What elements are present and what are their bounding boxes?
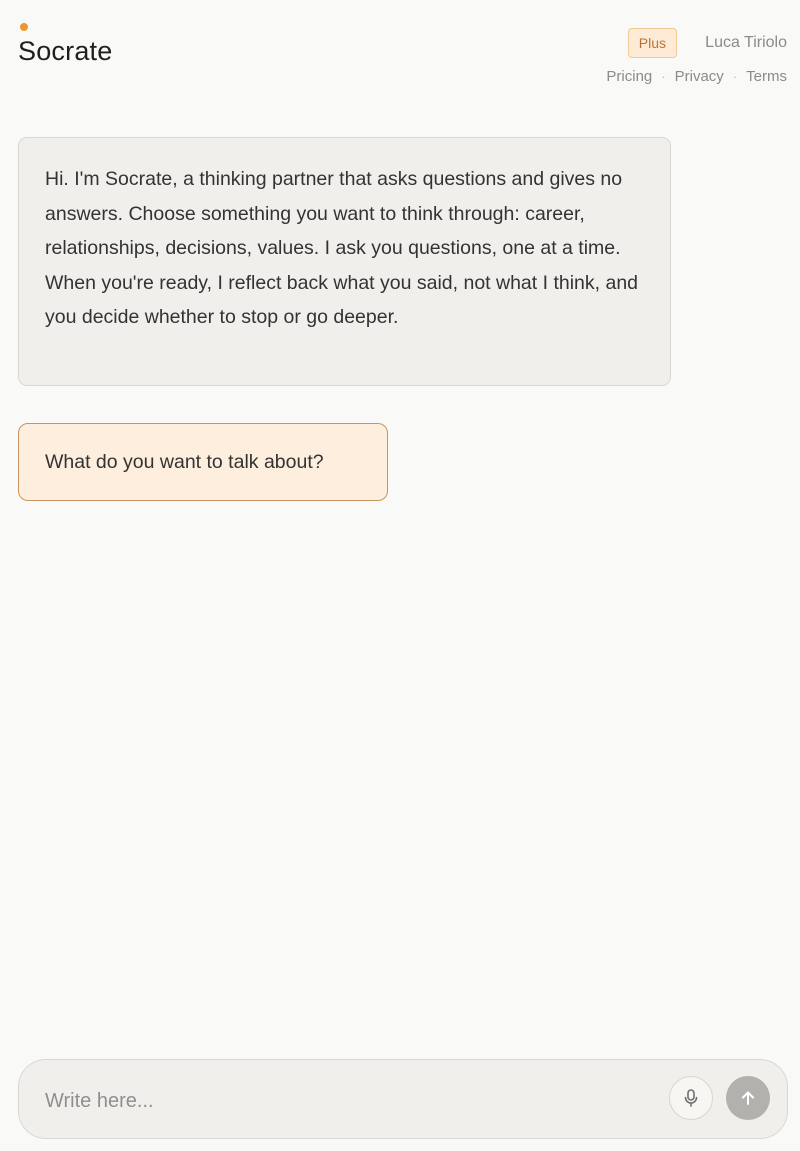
chat-app: Socrate Plus Luca Tiriolo Pricing · Priv… — [0, 0, 800, 1151]
link-separator: · — [661, 69, 666, 84]
message-composer — [18, 1059, 788, 1139]
question-message: What do you want to talk about? — [18, 423, 388, 501]
brand-dot — [20, 23, 28, 31]
send-button[interactable] — [726, 1076, 770, 1120]
arrow-up-icon — [742, 1091, 754, 1105]
header-links: Pricing · Privacy · Terms — [606, 68, 787, 85]
terms-link[interactable]: Terms — [746, 68, 787, 85]
plan-badge[interactable]: Plus — [627, 28, 677, 58]
message-input[interactable] — [45, 1085, 645, 1117]
privacy-link[interactable]: Privacy — [675, 68, 724, 85]
mic-button[interactable] — [669, 1076, 713, 1120]
intro-message: Hi. I'm Socrate, a thinking partner that… — [18, 137, 671, 386]
user-name[interactable]: Luca Tiriolo — [705, 34, 787, 52]
microphone-icon — [684, 1089, 698, 1107]
link-separator: · — [732, 69, 738, 84]
app-title[interactable]: Socrate — [18, 36, 112, 67]
pricing-link[interactable]: Pricing — [606, 68, 652, 85]
